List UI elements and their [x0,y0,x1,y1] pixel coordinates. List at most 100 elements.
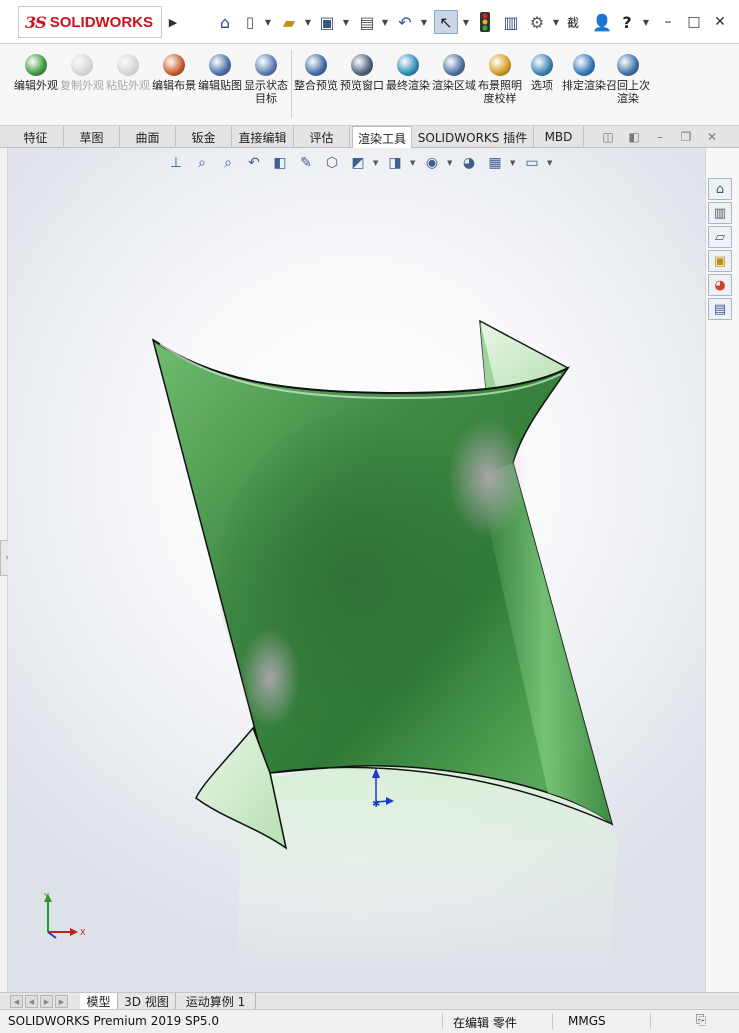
ribbon-button[interactable]: 整合预览 [294,50,338,120]
doc-minimize-icon[interactable]: – [652,129,668,145]
bottom-tab-item[interactable]: 3D 视图 [118,993,176,1010]
view-orientation-icon[interactable]: ⬡ [321,153,343,173]
menu-expand-icon[interactable]: ▶ [166,12,180,32]
prev-tab-icon[interactable]: ◀ [25,995,38,1008]
zoom-selection-icon[interactable]: ⌕ [217,153,239,173]
tab-item[interactable]: MBD [534,126,584,148]
view-settings-dropdown-icon[interactable]: ▼ [547,159,554,167]
print-icon[interactable]: ▤ [355,10,379,34]
ribbon-button[interactable]: 最终渲染 [386,50,430,120]
select-pointer-icon[interactable]: ↖ [434,10,458,34]
traffic-light-icon[interactable] [474,10,496,34]
ribbon-button-icon [573,54,595,76]
section-view-icon[interactable]: ◧ [269,153,291,173]
view-settings-icon[interactable]: ▭ [521,153,543,173]
user-icon[interactable]: 👤 [592,10,612,34]
tab-item[interactable]: 钣金 [176,126,232,148]
ribbon-button-label: 渲染区域 [432,79,476,92]
ribbon-button[interactable]: 编辑贴图 [198,50,242,120]
heads-up-view-toolbar: ⊥ ⌕ ⌕ ↶ ◧ ✎ ⬡ ◩ ▼ ◨ ▼ ◉ ▼ ◕ ▦ ▼ ▭ ▼ [165,152,554,174]
tab-item[interactable]: 直接编辑 [232,126,294,148]
help-dropdown-icon[interactable]: ▼ [642,10,650,34]
print-dropdown-icon[interactable]: ▼ [381,10,389,34]
status-options-icon[interactable]: ⎘ [696,1013,706,1028]
ribbon-button[interactable]: 编辑外观 [14,50,58,120]
ribbon-button[interactable]: 粘贴外观 [106,50,150,120]
file-explorer-icon[interactable]: ▱ [708,226,732,248]
bottom-tab-item[interactable]: 运动算例 1 [176,993,256,1010]
scene-icon[interactable]: ▦ [484,153,506,173]
maximize-icon[interactable]: □ [684,12,704,32]
ribbon-button-label: 选项 [531,79,553,92]
ribbon-button-label: 预览窗口 [340,79,384,92]
ribbon-button[interactable]: 排定渲染 [562,50,606,120]
axis-triad: Y X [43,892,86,939]
ribbon-button[interactable]: 预览窗口 [340,50,384,120]
tab-scroll-left-icon[interactable]: ◫ [600,129,616,145]
new-document-icon[interactable]: ▯ [240,10,260,34]
open-dropdown-icon[interactable]: ▼ [304,10,312,34]
solidworks-logo[interactable]: 3S SOLIDWORKS [18,6,162,38]
hide-show-dropdown-icon[interactable]: ▼ [410,159,417,167]
ribbon-button-icon [25,54,47,76]
ribbon-button[interactable]: 显示状态目标 [244,50,288,120]
surface-model[interactable]: ✱ [8,148,705,992]
graphics-area[interactable]: ✱ Y X [8,148,705,992]
display-style-icon[interactable]: ◩ [347,153,369,173]
save-icon[interactable]: ▣ [316,10,338,34]
undo-icon[interactable]: ↶ [394,10,416,34]
edit-appearance-icon[interactable]: ◉ [421,153,443,173]
home-icon[interactable]: ⌂ [214,10,236,34]
undo-dropdown-icon[interactable]: ▼ [420,10,428,34]
ribbon-button-label: 排定渲染 [562,79,606,92]
tab-item[interactable]: SOLIDWORKS 插件 [412,126,534,148]
help-icon[interactable]: ? [618,10,636,34]
file-properties-icon[interactable]: ▥ [500,10,522,34]
doc-restore-icon[interactable]: ❐ [678,129,694,145]
display-style-dropdown-icon[interactable]: ▼ [373,159,380,167]
last-tab-icon[interactable]: ▶ [55,995,68,1008]
select-dropdown-icon[interactable]: ▼ [462,10,470,34]
ribbon-button[interactable]: 布景照明度校样 [478,50,522,120]
save-dropdown-icon[interactable]: ▼ [342,10,350,34]
ribbon-button[interactable]: 选项 [520,50,564,120]
bottom-tab-item[interactable]: 模型 [80,993,118,1010]
next-tab-icon[interactable]: ▶ [40,995,53,1008]
tab-scroll-right-icon[interactable]: ◧ [626,129,642,145]
dynamic-annotation-icon[interactable]: ✎ [295,153,317,173]
custom-properties-icon[interactable]: ▤ [708,298,732,320]
view-palette-icon[interactable]: ▣ [708,250,732,272]
tab-item[interactable]: 评估 [294,126,350,148]
new-dropdown-icon[interactable]: ▼ [264,10,272,34]
ribbon-button[interactable]: 渲染区域 [432,50,476,120]
zoom-to-fit-icon[interactable]: ⊥ [165,153,187,173]
tab-item[interactable]: 曲面 [120,126,176,148]
tab-item[interactable]: 草图 [64,126,120,148]
appearance-dropdown-icon[interactable]: ▼ [447,159,454,167]
ribbon-button[interactable]: 复制外观 [60,50,104,120]
gear-icon[interactable]: ⚙ [526,10,548,34]
appearances-scenes-icon[interactable]: ◕ [708,274,732,296]
ribbon-button-icon [351,54,373,76]
unit-system-text[interactable]: MMGS [568,1014,606,1028]
ribbon-button[interactable]: 召回上次渲染 [606,50,650,120]
search-commands-icon[interactable]: 截 [564,10,582,34]
zoom-area-icon[interactable]: ⌕ [191,153,213,173]
ribbon-button[interactable]: 编辑布景 [152,50,196,120]
hide-show-items-icon[interactable]: ◨ [384,153,406,173]
design-library-icon[interactable]: ▥ [708,202,732,224]
ribbon-button-icon [489,54,511,76]
close-icon[interactable]: ✕ [710,12,730,32]
options-dropdown-icon[interactable]: ▼ [552,10,560,34]
previous-view-icon[interactable]: ↶ [243,153,265,173]
tab-item[interactable]: 特征 [8,126,64,148]
apply-scene-icon[interactable]: ◕ [458,153,480,173]
doc-close-icon[interactable]: ✕ [704,129,720,145]
minimize-icon[interactable]: – [658,12,678,32]
tab-item[interactable]: 渲染工具 [352,126,412,149]
open-folder-icon[interactable]: ▰ [277,10,301,34]
solidworks-resources-icon[interactable]: ⌂ [708,178,732,200]
ribbon-button-icon [71,54,93,76]
scene-dropdown-icon[interactable]: ▼ [510,159,517,167]
first-tab-icon[interactable]: ◀ [10,995,23,1008]
